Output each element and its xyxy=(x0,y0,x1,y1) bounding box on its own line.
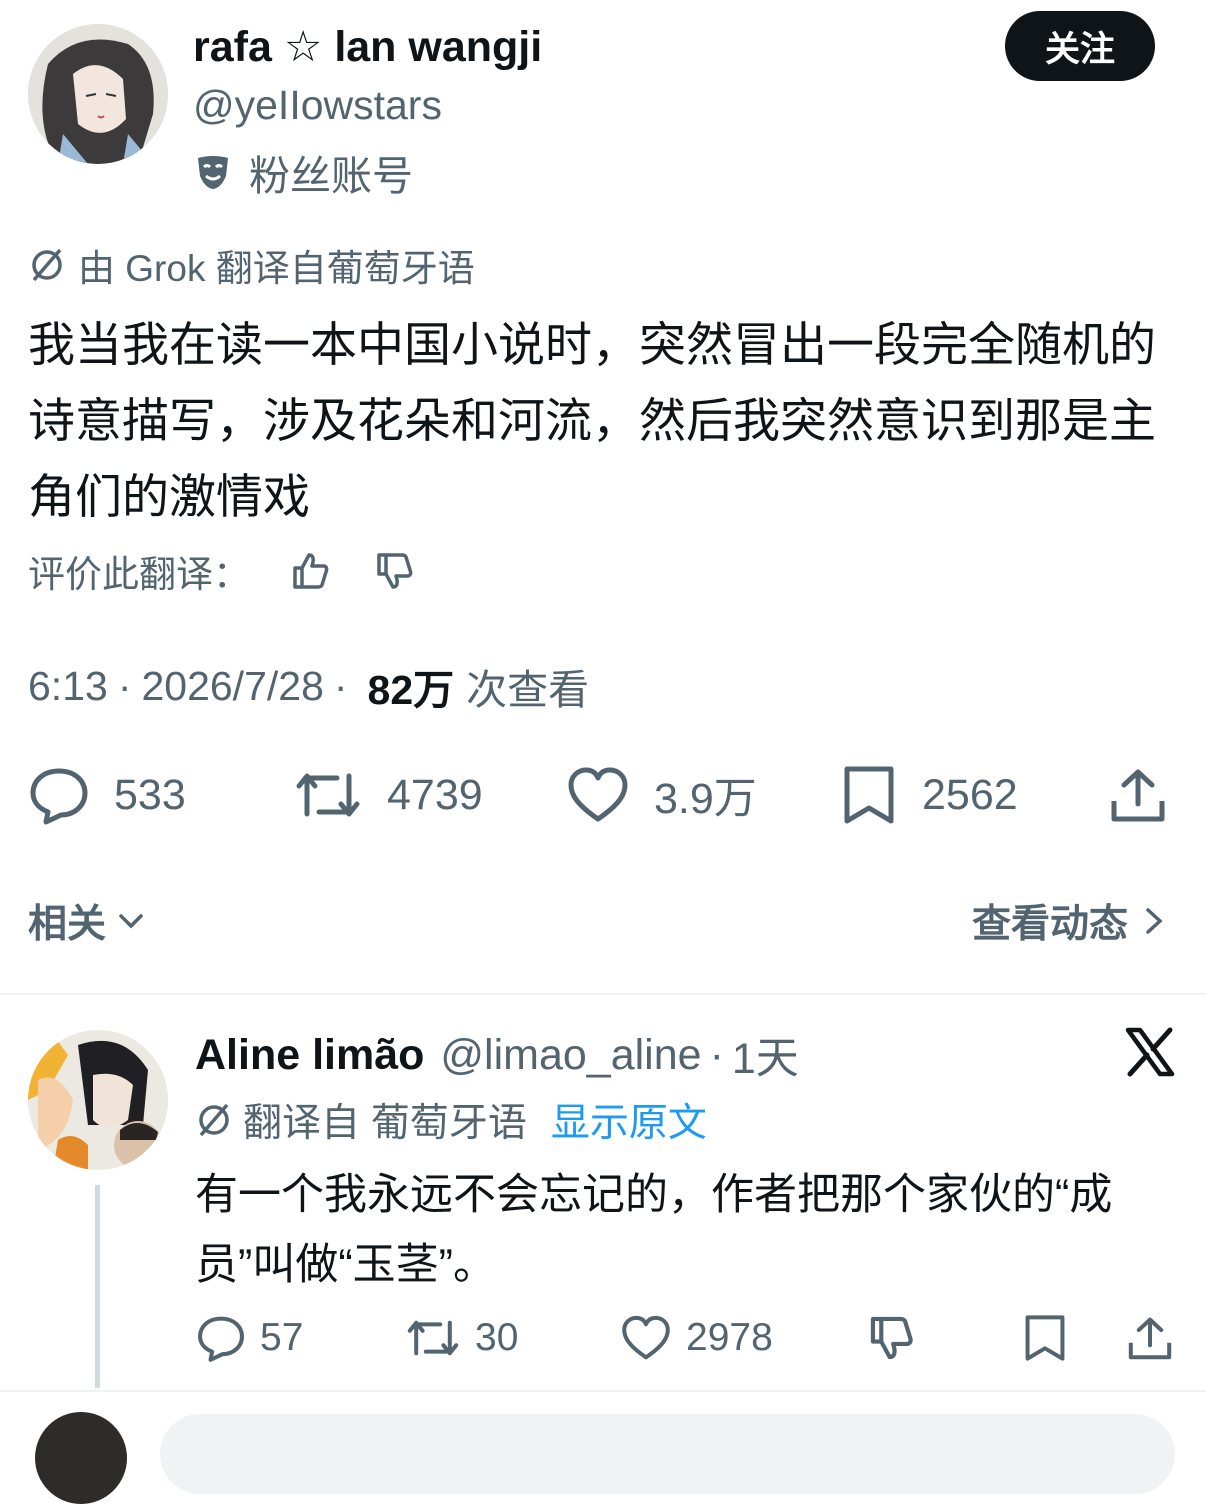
tweet-meta: 6:13 · 2026/7/28 · 82万 次查看 xyxy=(28,658,589,714)
share-action[interactable] xyxy=(1108,760,1168,830)
share-icon xyxy=(1126,1313,1174,1363)
reply-bookmark-action[interactable] xyxy=(1022,1308,1068,1368)
reply-author-name[interactable]: Aline limão xyxy=(195,1031,424,1080)
view-activity-label: 查看动态 xyxy=(971,903,1128,946)
current-user-avatar[interactable] xyxy=(35,1412,127,1504)
tweet-text: 我当我在读一本中国小说时，突然冒出一段完全随机的诗意描写，涉及花朵和河流，然后我… xyxy=(28,318,1156,523)
reply-reply-action[interactable]: 57 xyxy=(196,1308,303,1368)
x-logo-icon xyxy=(1124,1026,1176,1078)
chevron-right-icon xyxy=(1142,905,1166,937)
like-icon xyxy=(620,1313,672,1363)
reply-time[interactable]: 1天 xyxy=(732,1024,799,1086)
reply-text: 有一个我永远不会忘记的，作者把那个家伙的“成员”叫做“玉茎”。 xyxy=(195,1171,1113,1289)
related-label: 相关 xyxy=(28,903,107,946)
bookmark-icon xyxy=(1022,1313,1068,1363)
reply-author-avatar[interactable] xyxy=(28,1030,168,1170)
author-display-name[interactable]: rafa ☆ lan wangji xyxy=(193,22,542,72)
reply-action[interactable]: 533 xyxy=(28,760,186,830)
meta-separator: · xyxy=(333,662,348,709)
views-count[interactable]: 82万 xyxy=(368,656,455,716)
follow-button[interactable]: 关注 xyxy=(1005,11,1155,81)
chevron-down-icon xyxy=(116,906,146,936)
rate-translation-label: 评价此翻译： xyxy=(28,554,250,595)
reply-like-action[interactable]: 2978 xyxy=(620,1308,773,1368)
reply-translated-from: 翻译自 葡萄牙语 xyxy=(243,1102,527,1145)
author-handle[interactable]: @yeIIowstars xyxy=(193,82,442,129)
bookmark-action[interactable]: 2562 xyxy=(840,760,1018,830)
parody-label-text: 粉丝账号 xyxy=(249,153,413,199)
like-action[interactable]: 3.9万 xyxy=(566,760,757,830)
views-label: 次查看 xyxy=(466,667,590,713)
bookmark-count: 2562 xyxy=(922,770,1018,819)
translate-icon xyxy=(195,1101,233,1139)
reply-compose-input[interactable] xyxy=(160,1414,1175,1494)
parody-account-label: 粉丝账号 xyxy=(193,146,413,199)
reply-reply-count: 57 xyxy=(260,1316,304,1359)
share-icon xyxy=(1108,764,1168,826)
reply-header-separator: · xyxy=(709,1030,724,1079)
tweet-time[interactable]: 6:13 xyxy=(28,663,108,710)
reply-repost-action[interactable]: 30 xyxy=(405,1308,518,1368)
repost-icon xyxy=(293,764,363,826)
repost-action[interactable]: 4739 xyxy=(293,760,483,830)
reply-share-action[interactable] xyxy=(1126,1308,1174,1368)
show-original-link[interactable]: 显示原文 xyxy=(551,1092,707,1148)
reply-repost-count: 30 xyxy=(475,1316,519,1359)
bookmark-icon xyxy=(840,764,898,826)
author-avatar[interactable] xyxy=(28,24,168,164)
thumbs-down-icon[interactable] xyxy=(374,550,416,592)
reply-icon xyxy=(28,764,90,826)
section-divider xyxy=(0,993,1206,995)
rate-translation: 评价此翻译： xyxy=(28,543,416,599)
reply-author-handle[interactable]: @limao_aline xyxy=(440,1031,701,1080)
like-icon xyxy=(566,764,630,826)
reply-translation-note: 翻译自 葡萄牙语 显示原文 xyxy=(195,1094,707,1146)
thread-connector-line xyxy=(95,1185,100,1388)
parody-mask-icon xyxy=(193,152,233,192)
reply-icon xyxy=(196,1313,246,1363)
repost-count: 4739 xyxy=(387,770,483,819)
reply-divider xyxy=(0,1390,1206,1392)
view-activity-link[interactable]: 查看动态 xyxy=(972,893,1166,949)
reply-like-count: 2978 xyxy=(686,1316,773,1359)
thumbs-up-icon[interactable] xyxy=(290,550,332,592)
related-dropdown[interactable]: 相关 xyxy=(28,893,146,949)
like-count: 3.9万 xyxy=(654,775,757,823)
translate-icon xyxy=(28,246,66,284)
meta-separator: · xyxy=(117,662,132,709)
repost-icon xyxy=(405,1313,461,1363)
thumbs-down-icon xyxy=(866,1313,918,1363)
translation-note-text: 由 Grok 翻译自葡萄牙语 xyxy=(78,248,475,289)
tweet-date[interactable]: 2026/7/28 xyxy=(141,663,323,710)
reply-dislike-action[interactable] xyxy=(866,1308,918,1368)
reply-header: Aline limão @limao_aline · 1天 xyxy=(195,1025,799,1085)
reply-count: 533 xyxy=(114,770,186,819)
translation-note: 由 Grok 翻译自葡萄牙语 xyxy=(28,240,475,290)
